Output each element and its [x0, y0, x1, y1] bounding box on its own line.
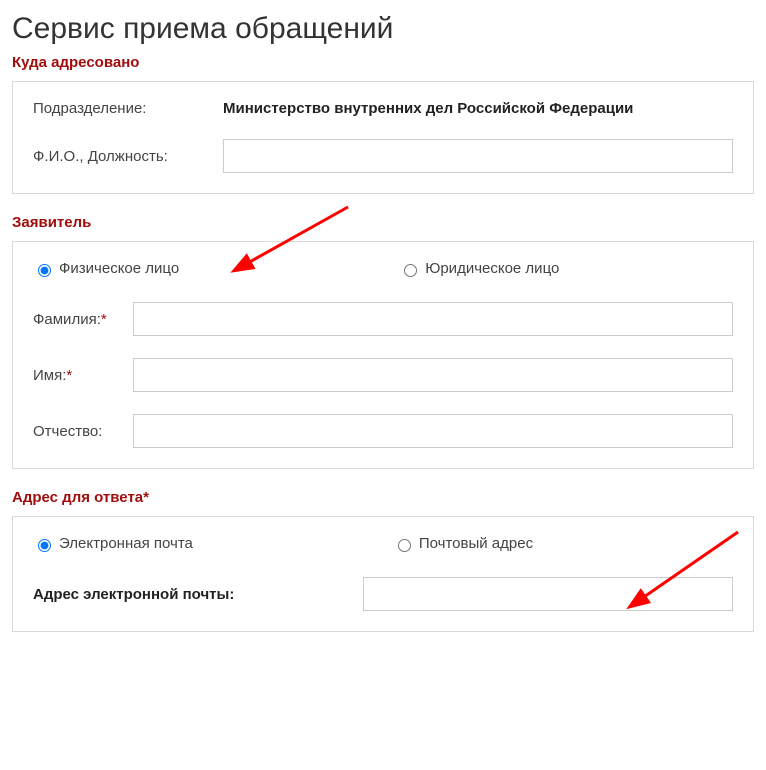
radio-individual-input[interactable]: [38, 264, 51, 277]
page-title: Сервис приема обращений: [12, 12, 754, 46]
section-reply-title: Адрес для ответа*: [12, 489, 754, 506]
surname-input[interactable]: [133, 302, 733, 336]
patronymic-label: Отчество:: [33, 423, 133, 440]
radio-email-input[interactable]: [38, 539, 51, 552]
surname-label: Фамилия:*: [33, 311, 133, 328]
fio-label: Ф.И.О., Должность:: [33, 148, 223, 165]
radio-email[interactable]: Электронная почта: [33, 535, 193, 552]
radio-individual-label: Физическое лицо: [59, 260, 179, 277]
email-input[interactable]: [363, 577, 733, 611]
panel-applicant: Физическое лицо Юридическое лицо Фамилия…: [12, 241, 754, 469]
section-applicant-title: Заявитель: [12, 214, 754, 231]
name-input[interactable]: [133, 358, 733, 392]
email-label: Адрес электронной почты:: [33, 584, 363, 605]
fio-input[interactable]: [223, 139, 733, 173]
radio-legal-label: Юридическое лицо: [425, 260, 559, 277]
radio-postal-label: Почтовый адрес: [419, 535, 533, 552]
radio-email-label: Электронная почта: [59, 535, 193, 552]
panel-addressed: Подразделение: Министерство внутренних д…: [12, 81, 754, 194]
panel-reply: Электронная почта Почтовый адрес Адрес э…: [12, 516, 754, 632]
radio-postal-input[interactable]: [398, 539, 411, 552]
radio-individual[interactable]: Физическое лицо: [33, 260, 179, 277]
radio-legal-input[interactable]: [404, 264, 417, 277]
section-addressed-title: Куда адресовано: [12, 54, 754, 71]
radio-legal[interactable]: Юридическое лицо: [399, 260, 559, 277]
radio-postal[interactable]: Почтовый адрес: [393, 535, 533, 552]
department-value: Министерство внутренних дел Российской Ф…: [223, 100, 633, 117]
name-label: Имя:*: [33, 367, 133, 384]
department-label: Подразделение:: [33, 100, 223, 117]
patronymic-input[interactable]: [133, 414, 733, 448]
